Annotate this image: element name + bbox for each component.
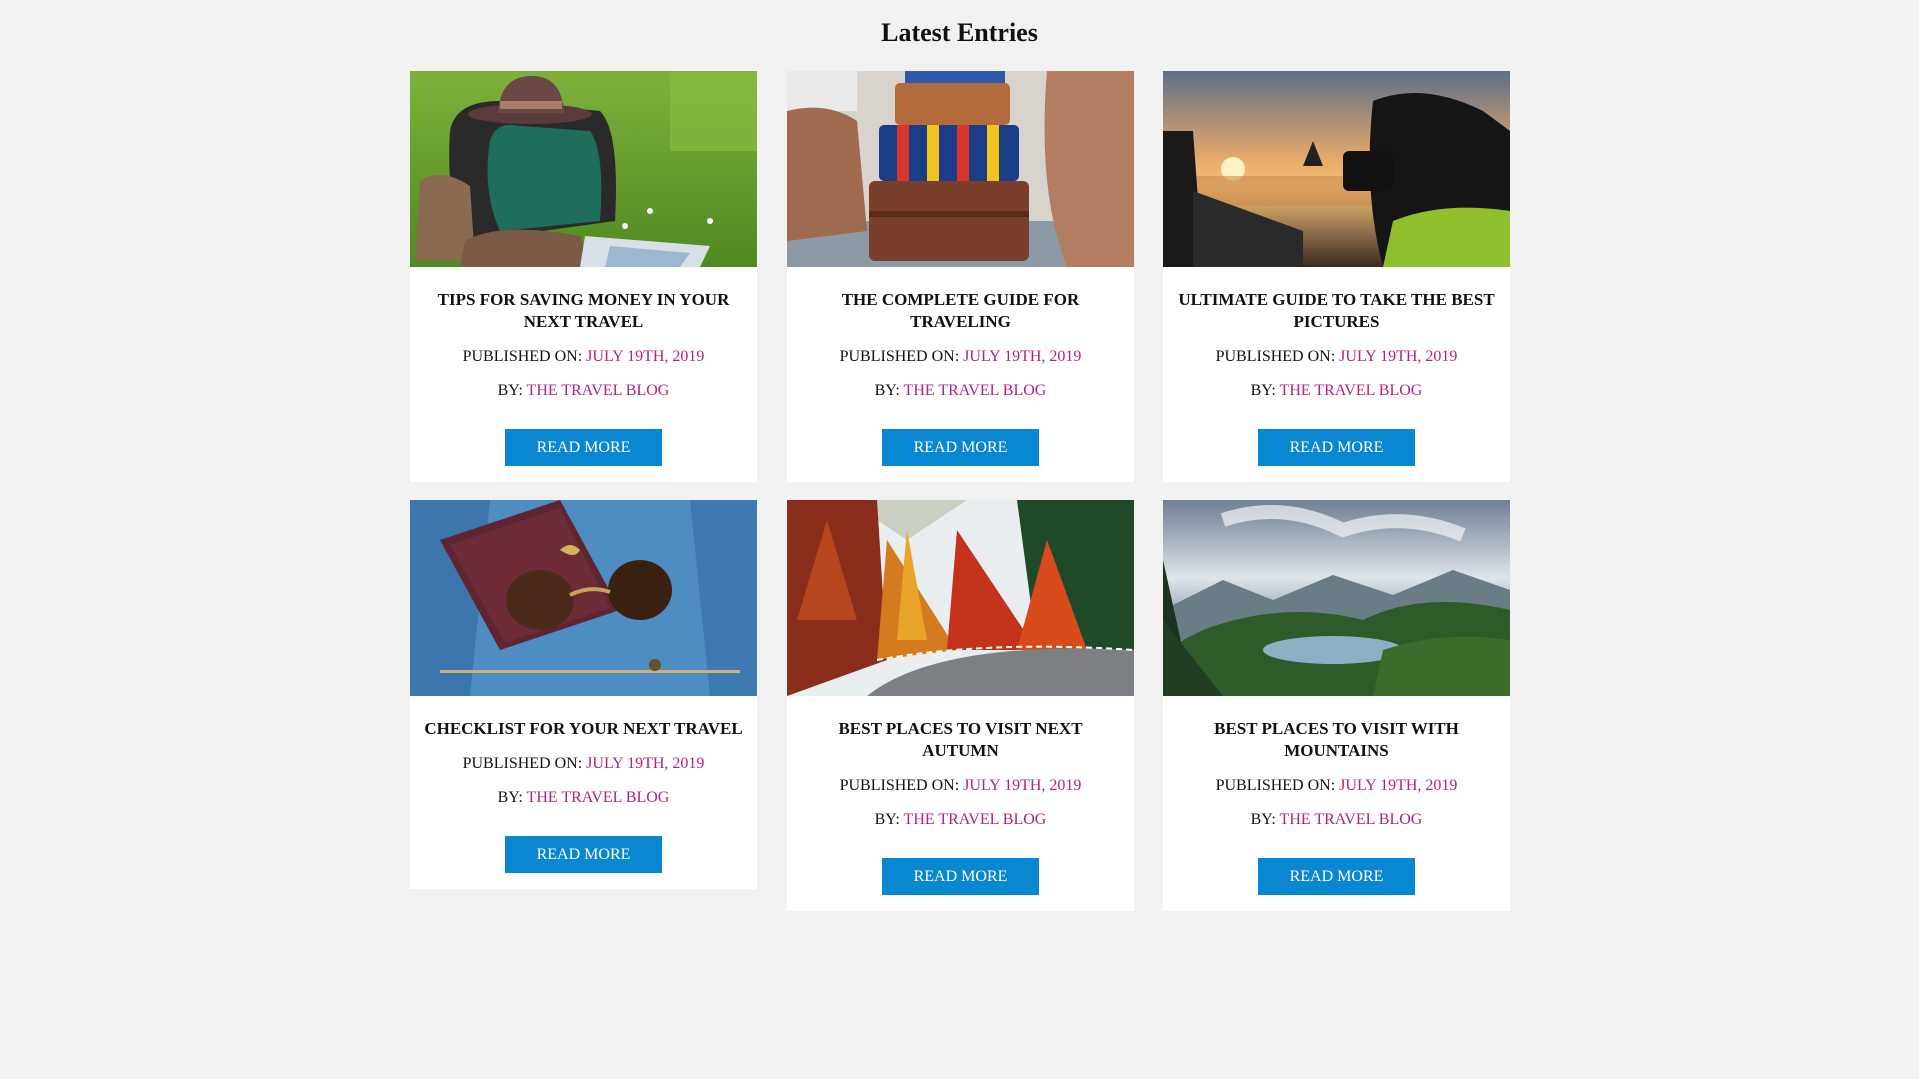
entry-author-link[interactable]: THE TRAVEL BLOG [527,789,670,806]
entry-author: BY: THE TRAVEL BLOG [1163,379,1510,403]
entry-author: BY: THE TRAVEL BLOG [410,786,757,810]
read-more-button[interactable]: READ MORE [1258,858,1415,895]
read-more-button[interactable]: READ MORE [882,858,1039,895]
by-label: BY: [1250,382,1280,399]
entry-date-link[interactable]: JULY 19TH, 2019 [1339,348,1457,365]
entry-title[interactable]: THE COMPLETE GUIDE FOR TRAVELING [801,289,1120,333]
entry-image[interactable] [787,500,1134,696]
entry-image[interactable] [410,71,757,267]
entry-published: PUBLISHED ON: JULY 19TH, 2019 [787,345,1134,369]
entry-card: THE COMPLETE GUIDE FOR TRAVELING PUBLISH… [787,71,1134,482]
entry-title[interactable]: TIPS FOR SAVING MONEY IN YOUR NEXT TRAVE… [424,289,743,333]
entry-published: PUBLISHED ON: JULY 19TH, 2019 [1163,345,1510,369]
entry-author-link[interactable]: THE TRAVEL BLOG [904,382,1047,399]
read-more-button[interactable]: READ MORE [505,836,662,873]
by-label: BY: [874,811,904,828]
entry-image[interactable] [1163,71,1510,267]
by-label: BY: [497,789,527,806]
page: Latest Entries TIPS FOR SAVING MONEY IN … [0,0,1919,1079]
by-label: BY: [497,382,527,399]
entry-date-link[interactable]: JULY 19TH, 2019 [586,348,704,365]
entry-date-link[interactable]: JULY 19TH, 2019 [963,777,1081,794]
entry-card: BEST PLACES TO VISIT NEXT AUTUMN PUBLISH… [787,500,1134,911]
entry-card: ULTIMATE GUIDE TO TAKE THE BEST PICTURES… [1163,71,1510,482]
entry-card: BEST PLACES TO VISIT WITH MOUNTAINS PUBL… [1163,500,1510,911]
entry-date-link[interactable]: JULY 19TH, 2019 [1339,777,1457,794]
entry-published: PUBLISHED ON: JULY 19TH, 2019 [410,345,757,369]
entry-date-link[interactable]: JULY 19TH, 2019 [586,755,704,772]
by-label: BY: [1250,811,1280,828]
entry-title[interactable]: BEST PLACES TO VISIT NEXT AUTUMN [801,718,1120,762]
entry-author-link[interactable]: THE TRAVEL BLOG [527,382,670,399]
by-label: BY: [874,382,904,399]
published-label: PUBLISHED ON: [1215,777,1340,794]
entry-title[interactable]: ULTIMATE GUIDE TO TAKE THE BEST PICTURES [1177,289,1496,333]
entry-author-link[interactable]: THE TRAVEL BLOG [904,811,1047,828]
page-title: Latest Entries [881,18,1038,47]
entry-author-link[interactable]: THE TRAVEL BLOG [1280,811,1423,828]
entry-image[interactable] [410,500,757,696]
entry-date-link[interactable]: JULY 19TH, 2019 [963,348,1081,365]
read-more-button[interactable]: READ MORE [505,429,662,466]
entry-image[interactable] [1163,500,1510,696]
entry-published: PUBLISHED ON: JULY 19TH, 2019 [787,774,1134,798]
entry-author: BY: THE TRAVEL BLOG [1163,808,1510,832]
published-label: PUBLISHED ON: [839,777,964,794]
entry-image[interactable] [787,71,1134,267]
entry-card: TIPS FOR SAVING MONEY IN YOUR NEXT TRAVE… [410,71,757,482]
entry-author: BY: THE TRAVEL BLOG [787,808,1134,832]
published-label: PUBLISHED ON: [839,348,964,365]
published-label: PUBLISHED ON: [462,755,587,772]
entry-card: CHECKLIST FOR YOUR NEXT TRAVEL PUBLISHED… [410,500,757,889]
published-label: PUBLISHED ON: [1215,348,1340,365]
entry-published: PUBLISHED ON: JULY 19TH, 2019 [1163,774,1510,798]
read-more-button[interactable]: READ MORE [1258,429,1415,466]
entry-title[interactable]: CHECKLIST FOR YOUR NEXT TRAVEL [424,718,743,740]
read-more-button[interactable]: READ MORE [882,429,1039,466]
published-label: PUBLISHED ON: [462,348,587,365]
entry-author: BY: THE TRAVEL BLOG [787,379,1134,403]
entry-title[interactable]: BEST PLACES TO VISIT WITH MOUNTAINS [1177,718,1496,762]
entry-author-link[interactable]: THE TRAVEL BLOG [1280,382,1423,399]
entry-author: BY: THE TRAVEL BLOG [410,379,757,403]
entry-published: PUBLISHED ON: JULY 19TH, 2019 [410,752,757,776]
